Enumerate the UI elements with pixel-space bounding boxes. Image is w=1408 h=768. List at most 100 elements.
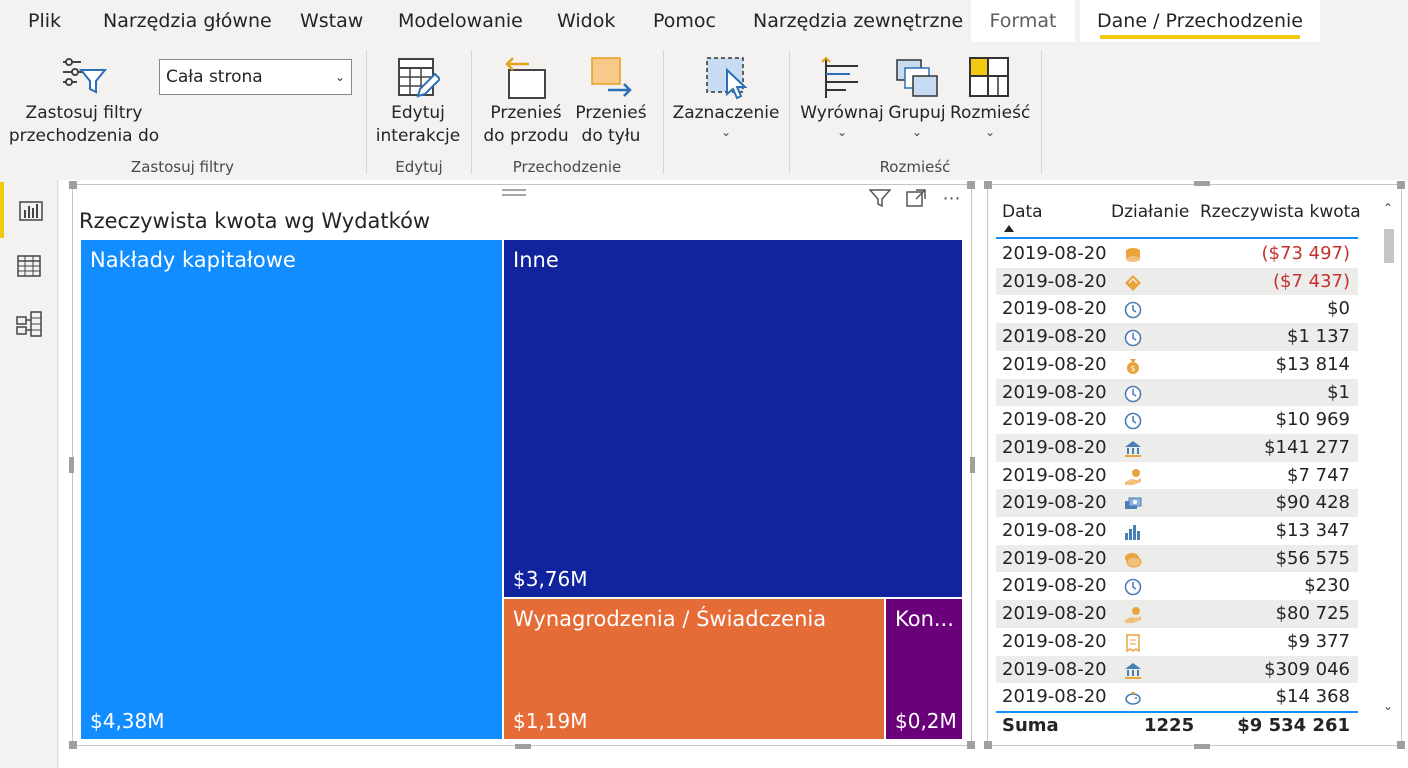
bring-forward-button[interactable]: Przenieś do przodu (482, 56, 570, 148)
treemap-tile[interactable]: Inne $3,76M (504, 240, 962, 597)
edit-interactions-icon (398, 58, 440, 98)
more-options-icon[interactable]: ⋯ (939, 187, 965, 209)
resize-handle[interactable] (967, 741, 975, 749)
resize-handle[interactable] (984, 741, 992, 749)
filter-icon[interactable] (867, 187, 893, 209)
tab-format[interactable]: Format (971, 0, 1075, 42)
table-row[interactable]: 2019-08-20 $1 137 (996, 323, 1358, 351)
cell-amount: $13 814 (1275, 353, 1350, 375)
model-view-button[interactable] (0, 296, 58, 352)
send-backward-button[interactable]: Przenieś do tyłu (573, 56, 649, 148)
chevron-down-icon: ⌄ (836, 125, 848, 139)
table-row[interactable]: 2019-08-20 $0 (996, 295, 1358, 323)
resize-handle[interactable] (970, 457, 975, 473)
treemap-tile[interactable]: Kon... $0,2M (886, 599, 962, 739)
cell-amount: $230 (1304, 575, 1350, 597)
cell-amount: $10 969 (1275, 409, 1350, 431)
table-row[interactable]: 2019-08-20 $309 046 (996, 655, 1358, 684)
tile-value: $0,2M (895, 709, 957, 733)
menu-wstaw[interactable]: Wstaw (300, 0, 363, 42)
resize-handle[interactable] (69, 181, 77, 189)
table-row[interactable]: 2019-08-20 ($73 497) (996, 240, 1358, 268)
gem-icon (1124, 273, 1142, 291)
menu-modelowanie[interactable]: Modelowanie (398, 0, 523, 42)
table-row[interactable]: 2019-08-20 ($7 437) (996, 267, 1358, 296)
table-row[interactable]: 2019-08-20 $56 575 (996, 544, 1358, 573)
menu-plik[interactable]: Plik (28, 0, 61, 42)
group-separator (366, 50, 367, 174)
apply-filters-label-2: przechodzenia do (8, 126, 160, 146)
resize-handle[interactable] (1397, 181, 1405, 189)
cell-amount: $14 368 (1275, 686, 1350, 708)
table-row[interactable]: 2019-08-20 $230 (996, 572, 1358, 600)
resize-handle[interactable] (69, 741, 77, 749)
arrange-button[interactable]: Rozmieść ⌄ (950, 56, 1030, 139)
report-view-button[interactable] (0, 182, 58, 238)
treemap-tile[interactable]: Nakłady kapitałowe $4,38M (81, 240, 502, 739)
table-row[interactable]: 2019-08-20 $14 368 (996, 683, 1358, 711)
resize-handle[interactable] (1194, 744, 1210, 749)
tile-label: Wynagrodzenia / Świadczenia (513, 607, 827, 631)
cell-date: 2019-08-20 (1002, 658, 1107, 680)
cell-date: 2019-08-20 (1002, 353, 1107, 375)
treemap-tile[interactable]: Wynagrodzenia / Świadczenia $1,19M (504, 599, 884, 739)
focus-mode-icon[interactable] (903, 187, 929, 209)
table-row[interactable]: 2019-08-20 $10 969 (996, 406, 1358, 434)
tile-value: $4,38M (90, 709, 165, 733)
menu-narzedzia-zewnetrzne[interactable]: Narzędzia zewnętrzne (753, 0, 963, 42)
receipt-icon (1124, 633, 1142, 653)
column-header-dzialanie[interactable]: Działanie (1111, 202, 1189, 222)
tab-dane-przechodzenie[interactable]: Dane / Przechodzenie (1080, 0, 1320, 42)
send-backward-icon (591, 57, 632, 97)
group-button[interactable]: Grupuj ⌄ (886, 56, 948, 139)
menu-pomoc[interactable]: Pomoc (653, 0, 716, 42)
align-label: Wyrównaj (800, 103, 884, 123)
group-label-drill: Przechodzenie (512, 158, 622, 176)
cell-date: 2019-08-20 (1002, 464, 1107, 486)
table-row[interactable]: 2019-08-20 $ $13 814 (996, 351, 1358, 379)
resize-handle[interactable] (1397, 741, 1405, 749)
align-button[interactable]: Wyrównaj ⌄ (800, 56, 884, 139)
apply-drill-filters-button[interactable]: Zastosuj filtry przechodzenia do (8, 56, 160, 148)
group-label-edit: Edytuj (395, 158, 443, 176)
table-row[interactable]: 2019-08-20 $1 (996, 378, 1358, 407)
edit-label-1: Edytuj (391, 103, 445, 123)
selection-button[interactable]: Zaznaczenie ⌄ (672, 56, 780, 139)
scroll-thumb[interactable] (1384, 229, 1394, 263)
resize-handle[interactable] (69, 457, 74, 473)
table-row[interactable]: 2019-08-20 $90 428 (996, 489, 1358, 517)
table-visual[interactable]: Data Działanie Rzeczywista kwota 2019-08… (984, 181, 1405, 749)
resize-handle[interactable] (984, 181, 992, 189)
resize-handle[interactable] (515, 744, 531, 749)
selection-label: Zaznaczenie (672, 103, 780, 123)
edit-interactions-button[interactable]: Edytuj interakcje (372, 56, 464, 148)
total-count: 1225 (1144, 715, 1195, 736)
clock-icon (1124, 577, 1142, 596)
resize-handle[interactable] (1194, 181, 1210, 186)
total-label: Suma (1002, 715, 1059, 736)
bank-icon (1124, 439, 1142, 457)
piggy-bank-icon (1124, 688, 1142, 706)
table-row[interactable]: 2019-08-20 $7 747 (996, 462, 1358, 490)
table-row[interactable]: 2019-08-20 $80 725 (996, 600, 1358, 628)
table-scrollbar[interactable]: ⌃ ⌄ (1381, 201, 1395, 713)
column-header-data[interactable]: Data (1002, 202, 1043, 222)
table-row[interactable]: 2019-08-20 $141 277 (996, 433, 1358, 462)
resize-handle[interactable] (967, 181, 975, 189)
menu-widok[interactable]: Widok (557, 0, 615, 42)
scroll-down-icon[interactable]: ⌄ (1381, 699, 1395, 713)
apply-filters-dropdown[interactable]: Cała strona ⌄ (159, 59, 352, 95)
drag-handle-icon[interactable] (501, 187, 527, 199)
table-row[interactable]: 2019-08-20 $13 347 (996, 517, 1358, 545)
data-view-button[interactable] (0, 238, 58, 294)
bank-icon (1124, 661, 1142, 679)
menu-narzedzia-glowne[interactable]: Narzędzia główne (103, 0, 272, 42)
group-separator (471, 50, 472, 174)
treemap-visual[interactable]: ⋯ Rzeczywista kwota wg Wydatków Nakłady … (69, 181, 975, 749)
table-row[interactable]: 2019-08-20 $9 377 (996, 628, 1358, 656)
scroll-up-icon[interactable]: ⌃ (1381, 201, 1395, 215)
clock-icon (1124, 328, 1142, 347)
cell-date: 2019-08-20 (1002, 520, 1107, 541)
group-icon (896, 59, 938, 97)
column-header-kwota[interactable]: Rzeczywista kwota (1200, 202, 1361, 222)
